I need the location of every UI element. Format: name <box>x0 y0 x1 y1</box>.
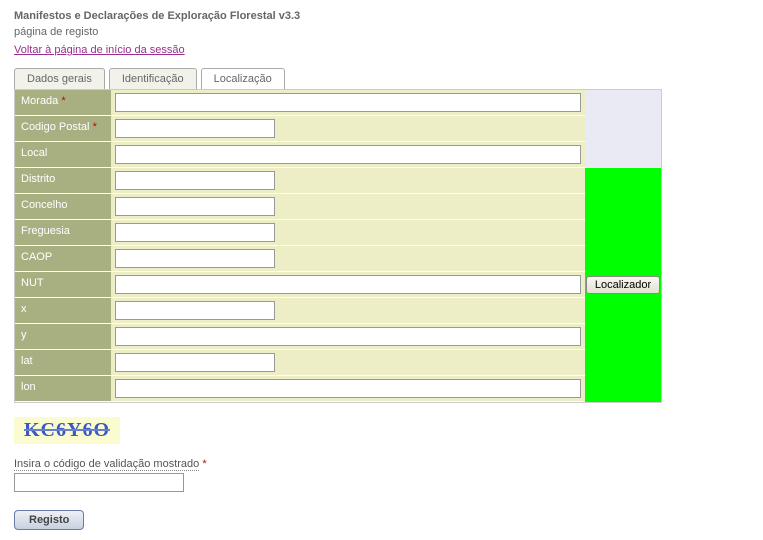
label-caop: CAOP <box>15 246 111 272</box>
label-nut: NUT <box>15 272 111 298</box>
input-distrito[interactable] <box>115 171 275 190</box>
label-local: Local <box>15 142 111 168</box>
input-lon[interactable] <box>115 379 581 398</box>
input-caop[interactable] <box>115 249 275 268</box>
input-local[interactable] <box>115 145 581 164</box>
validation-label: Insira o código de validação mostrado <box>14 458 199 471</box>
label-y: y <box>15 324 111 350</box>
label-morada: Morada * <box>15 90 111 116</box>
input-concelho[interactable] <box>115 197 275 216</box>
input-x[interactable] <box>115 301 275 320</box>
registo-button[interactable]: Registo <box>14 510 84 530</box>
label-lat: lat <box>15 350 111 376</box>
label-x: x <box>15 298 111 324</box>
input-nut[interactable] <box>115 275 581 294</box>
side-column: Localizador <box>585 90 661 402</box>
input-freguesia[interactable] <box>115 223 275 242</box>
captcha-image: KC6Y6O <box>14 417 120 444</box>
input-morada[interactable] <box>115 93 581 112</box>
tab-localizacao[interactable]: Localização <box>201 68 285 89</box>
tab-identificacao[interactable]: Identificação <box>109 68 197 89</box>
label-distrito: Distrito <box>15 168 111 194</box>
validation-input[interactable] <box>14 473 184 492</box>
label-codigo-postal: Codigo Postal * <box>15 116 111 142</box>
label-concelho: Concelho <box>15 194 111 220</box>
input-codigo-postal[interactable] <box>115 119 275 138</box>
localizador-button[interactable]: Localizador <box>586 276 660 294</box>
page-title: Manifestos e Declarações de Exploração F… <box>14 10 749 22</box>
form-panel: Morada * Codigo Postal * Local Distrito … <box>14 89 662 403</box>
label-freguesia: Freguesia <box>15 220 111 246</box>
tabs: Dados gerais Identificação Localização <box>14 68 749 89</box>
page-subtitle: página de registo <box>14 26 749 38</box>
input-y[interactable] <box>115 327 581 346</box>
label-lon: lon <box>15 376 111 402</box>
back-link[interactable]: Voltar à página de início da sessão <box>14 44 185 56</box>
captcha-text: KC6Y6O <box>24 419 110 441</box>
tab-dados-gerais[interactable]: Dados gerais <box>14 68 105 89</box>
input-lat[interactable] <box>115 353 275 372</box>
